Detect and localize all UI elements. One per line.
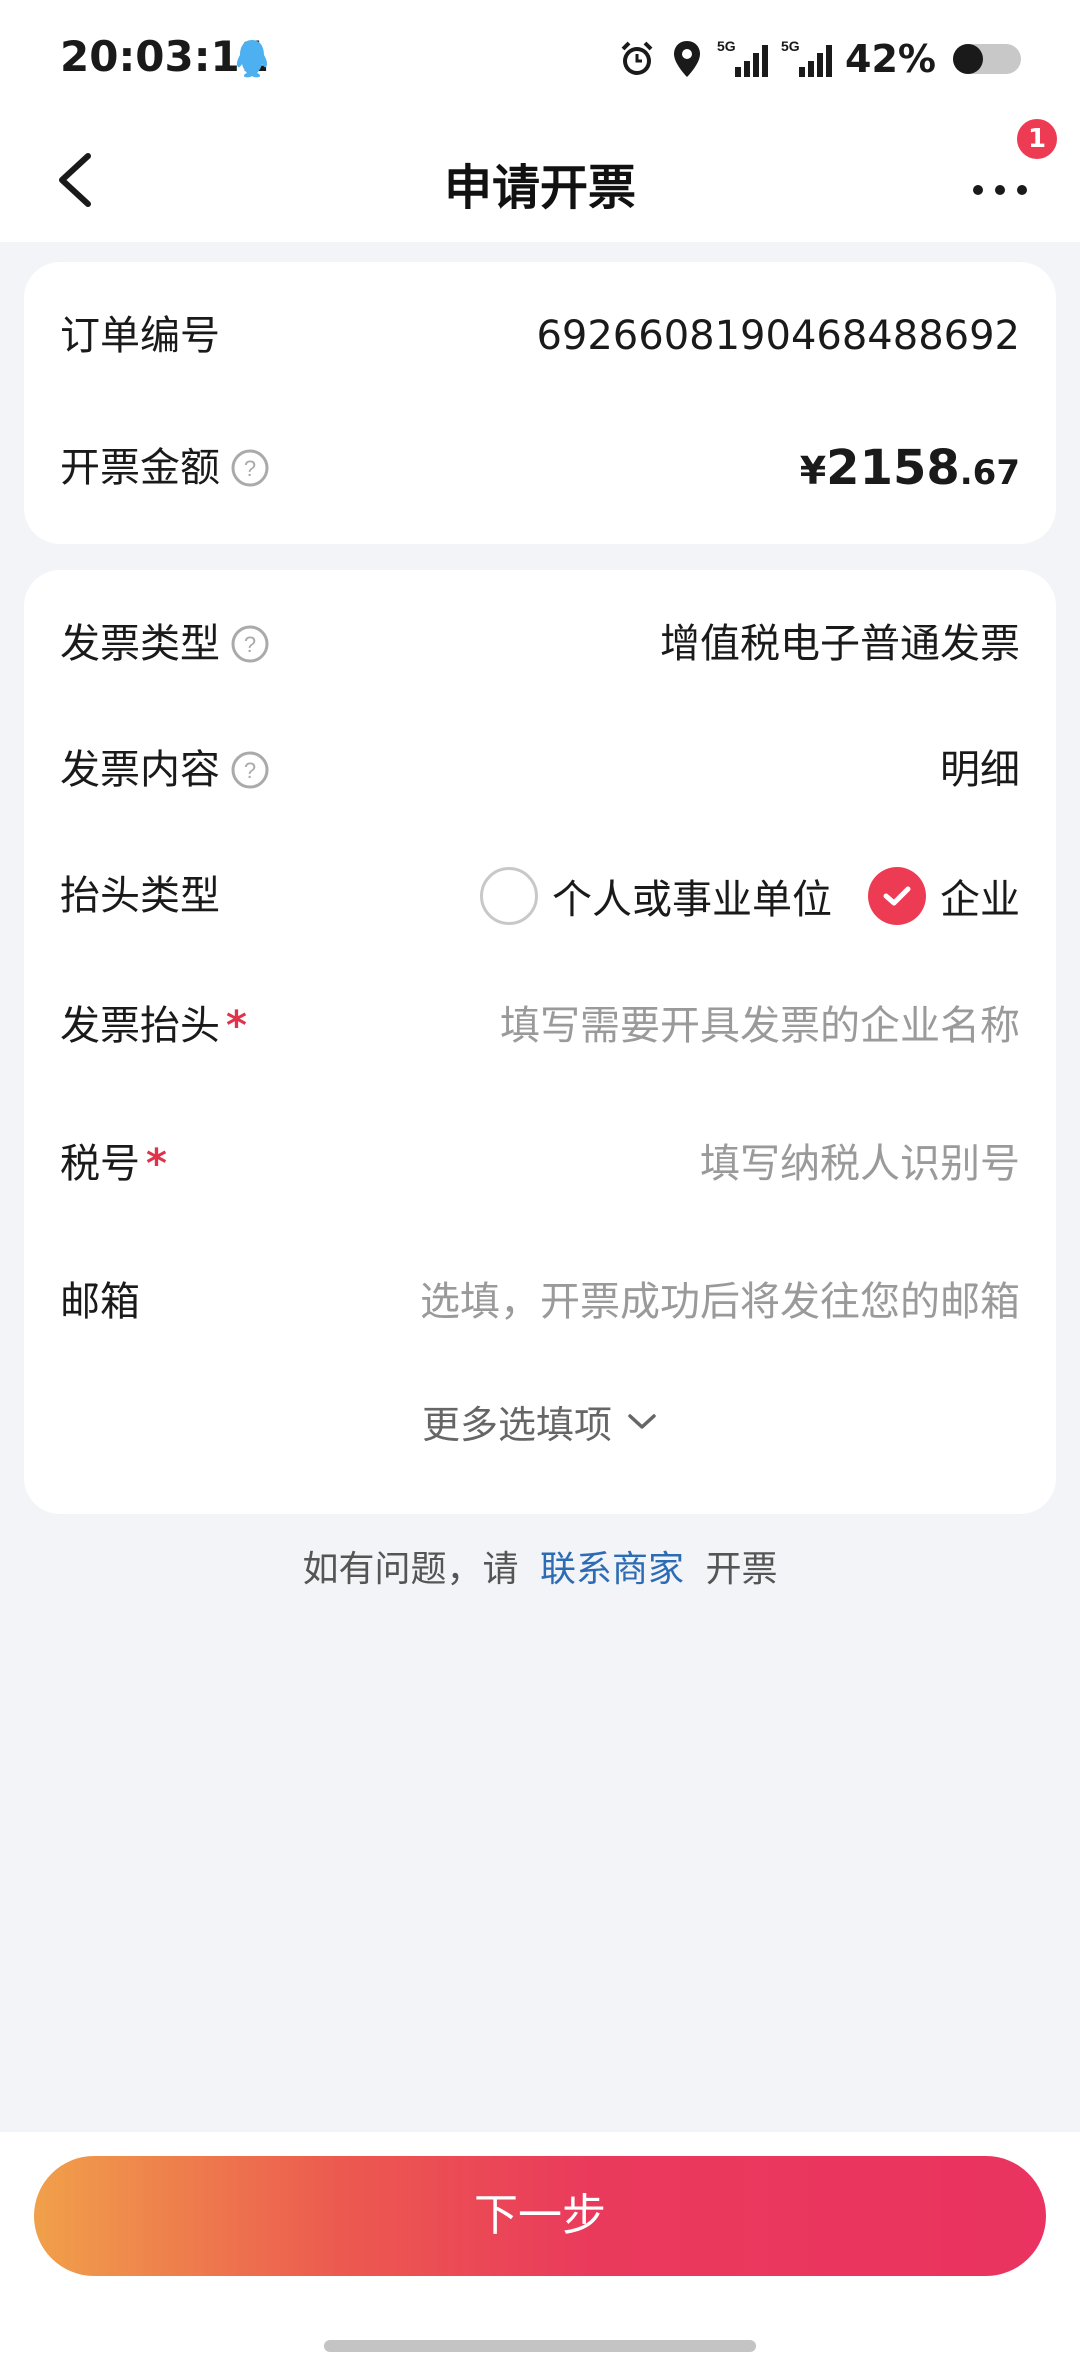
status-icons: 5G 5G 42% <box>617 34 1022 84</box>
help-icon[interactable]: ? <box>230 448 270 488</box>
help-line: 如有问题，请 联系商家 开票 <box>0 1540 1080 1592</box>
battery-percent: 42% <box>845 37 936 81</box>
radio-personal[interactable]: 个人或事业单位 <box>480 867 832 925</box>
invoice-type-label: 发票类型 <box>60 621 220 667</box>
amount-integer: 2158 <box>826 440 960 496</box>
amount-value: ¥2158.67 <box>800 418 1020 523</box>
next-step-button[interactable]: 下一步 <box>34 2156 1046 2276</box>
help-suffix: 开票 <box>705 1549 778 1590</box>
order-number-label: 订单编号 <box>60 313 220 359</box>
tax-number-row: 税号 * 填写纳税人识别号 <box>60 1114 1020 1214</box>
contact-merchant-link[interactable]: 联系商家 <box>540 1549 684 1590</box>
invoice-title-label: 发票抬头 <box>60 1003 220 1049</box>
nav-bar: 申请开票 <box>0 118 1080 242</box>
tax-number-label: 税号 <box>60 1141 140 1187</box>
battery-icon <box>953 44 1021 74</box>
header-type-label: 抬头类型 <box>60 873 220 919</box>
radio-checked-icon[interactable] <box>868 867 926 925</box>
notification-badge: 1 <box>1014 116 1060 162</box>
svg-text:5G: 5G <box>717 38 736 54</box>
invoice-card: 发票类型 ? 增值税电子普通发票 发票内容 ? 明细 抬头类型 个人或事业单位 <box>24 570 1056 1514</box>
invoice-type-value[interactable]: 增值税电子普通发票 <box>660 594 1020 694</box>
invoice-title-input[interactable]: 填写需要开具发票的企业名称 <box>500 976 1020 1076</box>
radio-company[interactable]: 企业 <box>868 867 1020 925</box>
svg-text:5G: 5G <box>781 38 800 54</box>
svg-text:?: ? <box>244 456 256 481</box>
location-icon <box>674 41 701 77</box>
page-title: 申请开票 <box>443 160 636 216</box>
tax-number-input[interactable]: 填写纳税人识别号 <box>700 1114 1020 1214</box>
order-number-row: 订单编号 6926608190468488692 <box>60 286 1020 386</box>
amount-label: 开票金额 <box>60 445 220 491</box>
header-type-radio-group: 个人或事业单位 企业 <box>480 846 1020 946</box>
svg-text:?: ? <box>244 758 256 783</box>
amount-decimal: .67 <box>959 453 1020 493</box>
invoice-type-row[interactable]: 发票类型 ? 增值税电子普通发票 <box>60 594 1020 694</box>
more-fields-toggle[interactable]: 更多选填项 <box>24 1394 1056 1449</box>
radio-company-label[interactable]: 企业 <box>940 867 1020 925</box>
qq-icon <box>236 40 268 78</box>
status-bar: 20:03:11 5G 5G 42% <box>0 0 1080 118</box>
radio-unchecked-icon[interactable] <box>480 867 538 925</box>
email-input[interactable]: 选填，开票成功后将发往您的邮箱 <box>420 1252 1020 1352</box>
svg-text:?: ? <box>244 632 256 657</box>
radio-personal-label[interactable]: 个人或事业单位 <box>552 867 832 925</box>
help-icon[interactable]: ? <box>230 624 270 664</box>
required-mark: * <box>146 1141 167 1187</box>
chevron-down-icon[interactable] <box>626 1412 658 1432</box>
email-row: 邮箱 选填，开票成功后将发往您的邮箱 <box>60 1252 1020 1352</box>
order-card: 订单编号 6926608190468488692 开票金额 ? ¥2158.67 <box>24 262 1056 544</box>
email-label: 邮箱 <box>60 1279 140 1325</box>
invoice-content-row[interactable]: 发票内容 ? 明细 <box>60 720 1020 820</box>
amount-row: 开票金额 ? ¥2158.67 <box>60 418 1020 518</box>
header-type-row: 抬头类型 个人或事业单位 企业 <box>60 846 1020 946</box>
required-mark: * <box>226 1003 247 1049</box>
help-prefix: 如有问题，请 <box>302 1549 519 1590</box>
help-icon[interactable]: ? <box>230 750 270 790</box>
invoice-content-label: 发票内容 <box>60 747 220 793</box>
alarm-icon <box>621 41 653 75</box>
signal-5g-icon-2: 5G <box>781 38 833 77</box>
invoice-content-value[interactable]: 明细 <box>940 720 1020 820</box>
amount-currency: ¥ <box>799 449 827 493</box>
more-fields-label[interactable]: 更多选填项 <box>422 1394 612 1449</box>
signal-5g-icon-1: 5G <box>717 38 769 77</box>
invoice-title-row: 发票抬头 * 填写需要开具发票的企业名称 <box>60 976 1020 1076</box>
order-number-value: 6926608190468488692 <box>536 313 1020 359</box>
home-indicator[interactable] <box>324 2340 756 2352</box>
